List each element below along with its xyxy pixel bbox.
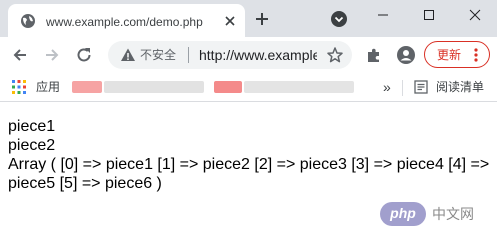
minimize-icon	[378, 14, 388, 16]
back-button[interactable]	[10, 45, 30, 65]
bookmarks-bar: 应用 » 阅读清单	[0, 72, 497, 102]
forward-button[interactable]	[42, 45, 62, 65]
close-tab-icon[interactable]	[222, 13, 238, 29]
arrow-left-icon	[13, 49, 26, 61]
maximize-button[interactable]	[406, 0, 452, 30]
reload-icon	[77, 48, 91, 62]
tab-search-icon[interactable]	[330, 10, 348, 28]
watermark-text: 中文网	[432, 206, 474, 222]
profile-button[interactable]	[396, 45, 416, 65]
tab-strip: www.example.com/demo.php	[0, 0, 497, 37]
output-line: Array ( [0] => piece1 [1] => piece2 [2] …	[8, 156, 490, 192]
more-vertical-icon	[474, 48, 478, 62]
bookmark-item-redacted[interactable]	[244, 81, 354, 93]
reading-list-label[interactable]: 阅读清单	[436, 80, 484, 94]
address-bar[interactable]: 不安全 http://www.example.com/demo.php	[108, 41, 352, 69]
avatar-icon	[397, 46, 415, 64]
new-tab-icon[interactable]	[253, 10, 271, 28]
extensions-button[interactable]	[364, 45, 384, 65]
bookmark-item-redacted[interactable]	[72, 81, 102, 93]
minimize-button[interactable]	[360, 0, 406, 30]
page-output: piece1 piece2 Array ( [0] => piece1 [1] …	[8, 117, 493, 193]
url-text[interactable]: http://www.example.com/demo.php	[199, 47, 317, 63]
apps-grid-icon[interactable]	[12, 80, 26, 94]
update-button[interactable]: 更新	[424, 41, 490, 68]
bookmark-item-redacted[interactable]	[214, 81, 242, 93]
bookmarks-overflow-button[interactable]: »	[383, 79, 391, 95]
toolbar: 不安全 http://www.example.com/demo.php 更新	[0, 37, 497, 72]
reading-list-icon[interactable]	[414, 80, 428, 94]
omnibox-divider	[188, 47, 189, 63]
globe-icon	[21, 14, 35, 28]
php-cn-watermark: php 中文网	[380, 200, 490, 230]
bookmark-star-icon[interactable]	[326, 46, 344, 64]
update-label: 更新	[437, 48, 462, 62]
bookmarks-divider	[402, 80, 403, 96]
arrow-right-icon	[46, 49, 59, 61]
output-line: piece1	[8, 118, 56, 135]
bookmark-item-redacted[interactable]	[104, 81, 204, 93]
security-status[interactable]: 不安全	[140, 48, 176, 62]
apps-label[interactable]: 应用	[36, 80, 60, 94]
tab-title: www.example.com/demo.php	[46, 15, 203, 29]
active-tab[interactable]: www.example.com/demo.php	[8, 4, 245, 37]
puzzle-icon	[368, 48, 379, 62]
php-logo-text: php	[390, 205, 416, 221]
reload-button[interactable]	[74, 45, 94, 65]
close-window-button[interactable]	[452, 0, 497, 30]
maximize-icon	[424, 10, 434, 20]
output-line: piece2	[8, 137, 56, 154]
warning-icon[interactable]	[120, 47, 136, 63]
close-icon	[469, 9, 481, 21]
